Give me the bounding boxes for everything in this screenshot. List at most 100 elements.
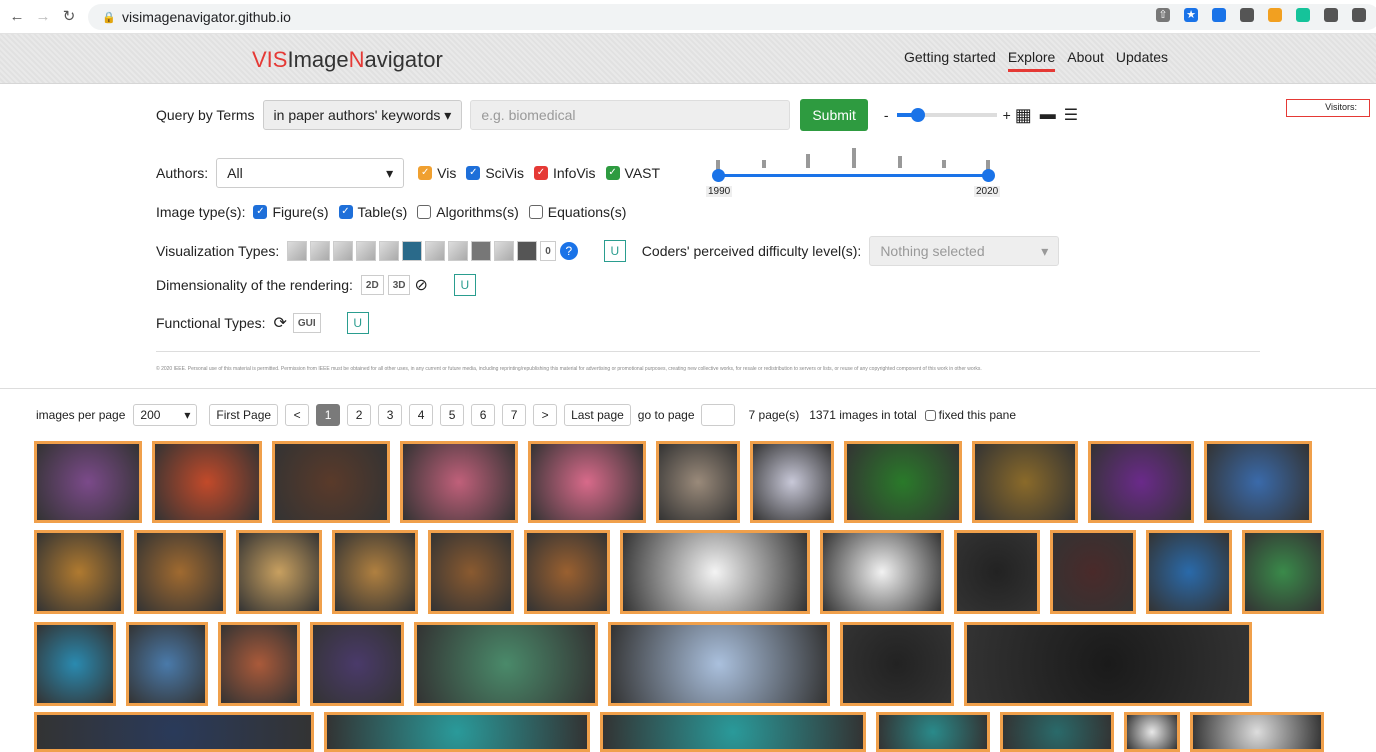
image-thumbnail[interactable] <box>428 530 514 614</box>
image-thumbnail[interactable] <box>1050 530 1136 614</box>
glyph-icon[interactable] <box>448 241 469 261</box>
list-view-icon[interactable]: ☰ <box>1064 105 1078 125</box>
image-type-equations[interactable]: Equations(s) <box>528 204 626 220</box>
vis-union-button[interactable]: U <box>603 240 626 262</box>
dim-2d-button[interactable]: 2D <box>360 275 384 295</box>
image-thumbnail[interactable] <box>34 712 314 752</box>
image-thumbnail[interactable] <box>600 712 866 752</box>
image-thumbnail[interactable] <box>414 622 598 706</box>
query-scope-dropdown[interactable]: in paper authors' keywords ▾ <box>262 100 463 130</box>
image-thumbnail[interactable] <box>620 530 810 614</box>
nav-getting-started[interactable]: Getting started <box>904 49 996 72</box>
image-thumbnail[interactable] <box>34 530 124 614</box>
last-page-button[interactable]: Last page <box>564 404 631 426</box>
first-page-button[interactable]: First Page <box>209 404 279 426</box>
grammarly-icon[interactable] <box>1296 8 1310 22</box>
image-thumbnail[interactable] <box>1204 441 1312 523</box>
matrix-icon[interactable] <box>517 241 538 261</box>
nav-explore[interactable]: Explore <box>1007 49 1056 72</box>
image-thumbnail[interactable] <box>272 441 390 523</box>
image-thumbnail[interactable] <box>1146 530 1232 614</box>
page-button-4[interactable]: 4 <box>409 404 434 426</box>
forward-icon[interactable]: → <box>34 8 52 26</box>
image-thumbnail[interactable] <box>1088 441 1194 523</box>
image-thumbnail[interactable] <box>34 441 142 523</box>
site-logo[interactable]: VISImageNavigator <box>252 47 443 73</box>
grid-icon[interactable] <box>425 241 446 261</box>
per-page-select[interactable]: 200 ▾ <box>133 404 198 426</box>
venue-checkbox-vast[interactable]: ✓ VAST <box>605 165 660 181</box>
image-thumbnail[interactable] <box>1190 712 1324 752</box>
image-thumbnail[interactable] <box>134 530 226 614</box>
page-button-2[interactable]: 2 <box>347 404 372 426</box>
image-thumbnail[interactable] <box>840 622 954 706</box>
bar-chart-icon[interactable] <box>287 241 308 261</box>
image-thumbnail[interactable] <box>528 441 646 523</box>
back-icon[interactable]: ← <box>8 8 26 26</box>
image-thumbnail[interactable] <box>750 441 834 523</box>
image-thumbnail[interactable] <box>126 622 208 706</box>
image-thumbnail[interactable] <box>236 530 322 614</box>
text-vis-icon[interactable] <box>494 241 515 261</box>
zoom-plus[interactable]: + <box>1003 107 1011 123</box>
node-link-icon[interactable] <box>356 241 377 261</box>
submit-button[interactable]: Submit <box>800 99 868 131</box>
image-thumbnail[interactable] <box>1124 712 1180 752</box>
image-thumbnail[interactable] <box>972 441 1078 523</box>
year-start-handle[interactable] <box>712 169 725 182</box>
image-type-algorithms[interactable]: Algorithms(s) <box>417 204 519 220</box>
cycle-icon[interactable]: ⟳ <box>273 313 286 333</box>
image-thumbnail[interactable] <box>844 441 962 523</box>
prev-page-button[interactable]: < <box>285 404 310 426</box>
extension-icon[interactable] <box>1212 8 1226 22</box>
year-end-handle[interactable] <box>982 169 995 182</box>
next-page-button[interactable]: > <box>533 404 558 426</box>
functional-union-button[interactable]: U <box>346 312 369 334</box>
search-input[interactable]: e.g. biomedical <box>470 100 791 130</box>
image-thumbnail[interactable] <box>152 441 262 523</box>
venue-checkbox-vis[interactable]: ✓ Vis <box>418 165 456 181</box>
zoom-slider[interactable] <box>896 108 997 122</box>
image-thumbnail[interactable] <box>332 530 418 614</box>
gui-button[interactable]: GUI <box>292 313 321 333</box>
image-thumbnail[interactable] <box>1000 712 1114 752</box>
image-thumbnail[interactable] <box>310 622 404 706</box>
page-button-6[interactable]: 6 <box>471 404 496 426</box>
image-thumbnail[interactable] <box>1242 530 1324 614</box>
scatter-icon[interactable] <box>310 241 331 261</box>
image-icon[interactable] <box>471 241 492 261</box>
image-thumbnail[interactable] <box>218 622 300 706</box>
share-icon[interactable]: ⇧ <box>1156 8 1170 22</box>
page-button-5[interactable]: 5 <box>440 404 465 426</box>
image-thumbnail[interactable] <box>876 712 990 752</box>
zero-type-button[interactable]: 0 <box>540 241 556 261</box>
venue-checkbox-infovis[interactable]: ✓ InfoVis <box>534 165 596 181</box>
sidepanel-icon[interactable] <box>1352 8 1366 22</box>
image-thumbnail[interactable] <box>524 530 610 614</box>
dimensionality-union-button[interactable]: U <box>453 274 476 296</box>
fixed-pane-checkbox[interactable]: fixed this pane <box>924 408 1016 422</box>
image-thumbnail[interactable] <box>656 441 740 523</box>
image-thumbnail[interactable] <box>820 530 944 614</box>
zoom-slider-handle[interactable] <box>910 108 925 122</box>
image-thumbnail[interactable] <box>608 622 830 706</box>
year-range-slider[interactable]: 1990 2020 <box>706 146 1006 200</box>
zoom-minus[interactable]: - <box>884 107 889 123</box>
image-thumbnail[interactable] <box>400 441 518 523</box>
puzzle-icon[interactable] <box>1324 8 1338 22</box>
authors-dropdown[interactable]: All ▾ <box>216 158 405 188</box>
no-dimension-icon[interactable]: ⊘ <box>414 275 427 295</box>
extension-icon[interactable] <box>1268 8 1282 22</box>
extension-icon[interactable] <box>1240 8 1254 22</box>
image-type-figure[interactable]: ✓ Figure(s) <box>253 204 329 220</box>
image-thumbnail[interactable] <box>34 622 116 706</box>
nav-updates[interactable]: Updates <box>1116 49 1168 72</box>
page-button-7[interactable]: 7 <box>502 404 527 426</box>
card-view-icon[interactable]: ▬ <box>1040 106 1056 124</box>
dim-3d-button[interactable]: 3D <box>387 275 411 295</box>
image-type-table[interactable]: ✓ Table(s) <box>338 204 407 220</box>
reload-icon[interactable]: ↻ <box>60 8 78 26</box>
grid-view-icon[interactable]: ▦ <box>1015 105 1032 126</box>
image-thumbnail[interactable] <box>324 712 590 752</box>
help-icon[interactable]: ? <box>559 242 578 260</box>
